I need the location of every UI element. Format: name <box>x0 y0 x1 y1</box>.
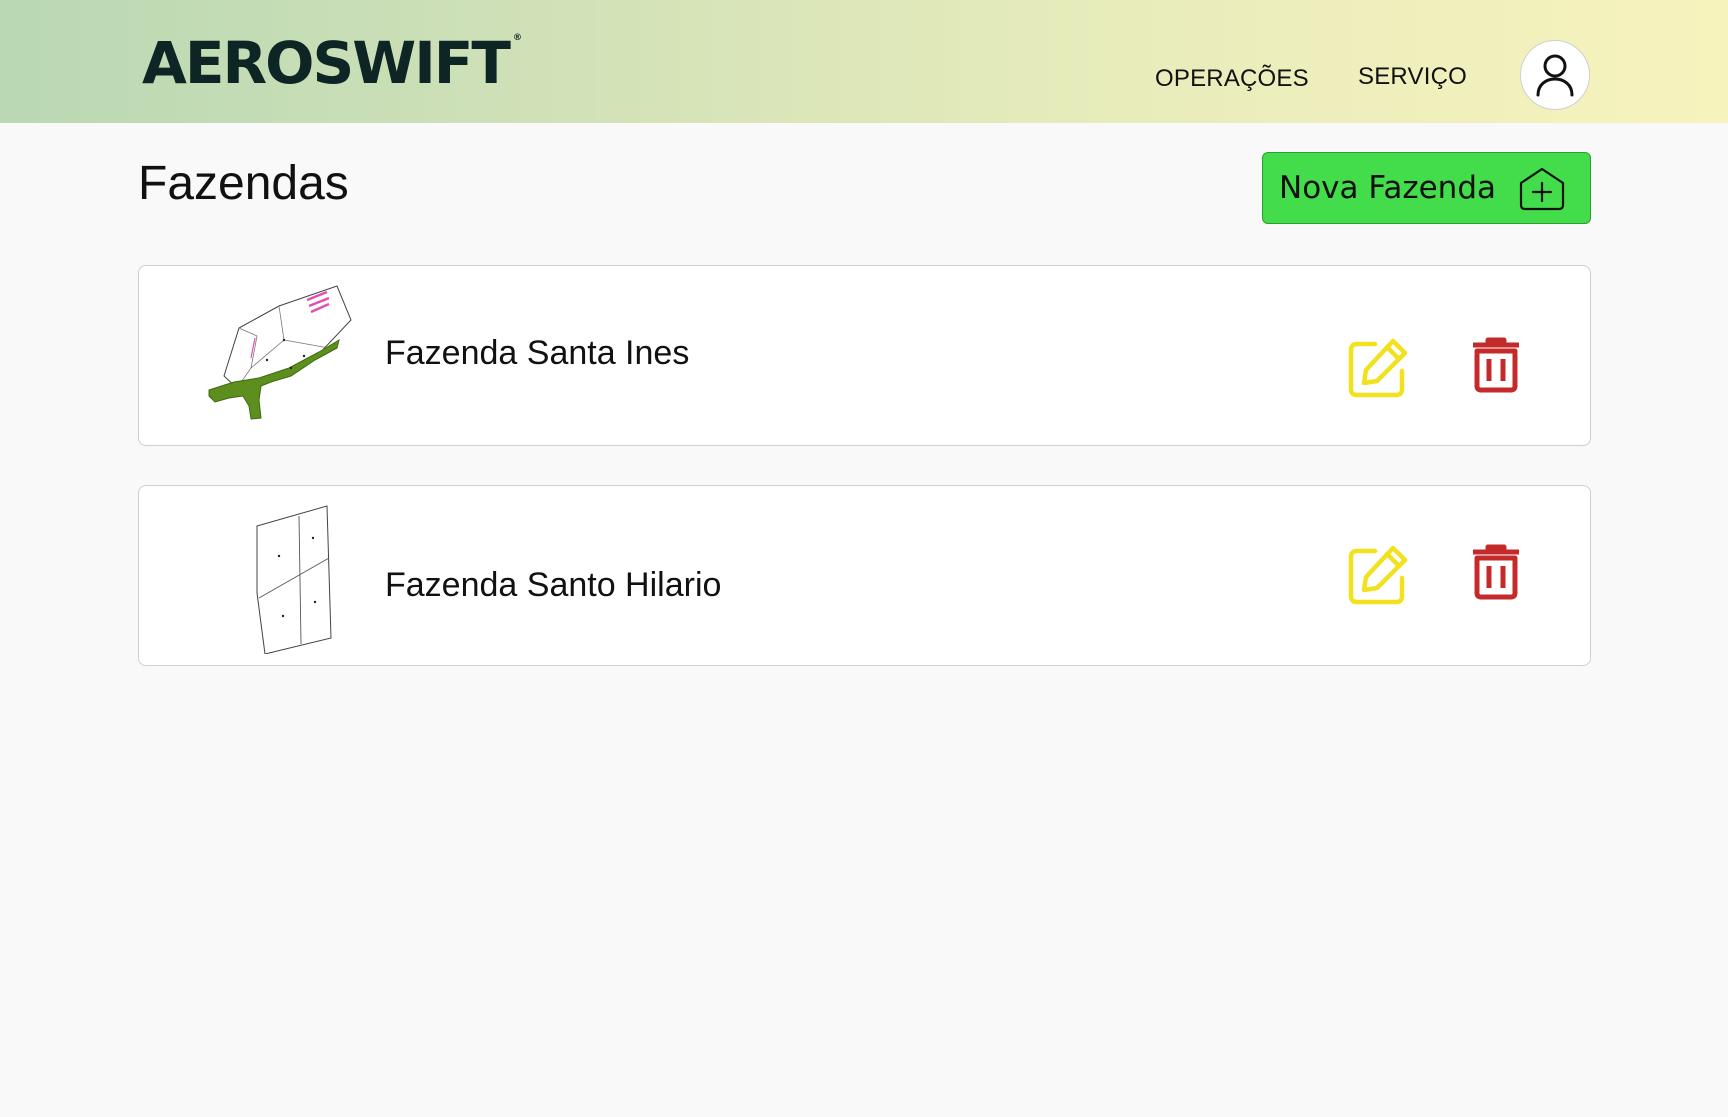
farm-map-thumbnail <box>256 505 332 654</box>
user-profile-button[interactable] <box>1520 40 1590 110</box>
new-farm-button[interactable]: Nova Fazenda <box>1262 152 1591 224</box>
new-farm-button-label: Nova Fazenda <box>1279 170 1496 206</box>
top-navigation-bar: AEROSWIFT ® OPERAÇÕES SERVIÇO <box>0 0 1728 123</box>
farm-card[interactable]: Fazenda Santa Ines <box>138 265 1591 446</box>
nav-link-operacoes[interactable]: OPERAÇÕES <box>1155 65 1309 93</box>
aeroswift-logo[interactable]: AEROSWIFT ® <box>142 33 522 93</box>
registered-mark: ® <box>513 33 522 43</box>
farm-map-thumbnail <box>208 285 352 420</box>
trash-icon[interactable] <box>1471 337 1521 393</box>
logo-text: AEROSWIFT <box>142 29 511 97</box>
trash-icon[interactable] <box>1471 544 1521 600</box>
edit-icon[interactable] <box>1347 337 1409 399</box>
user-icon <box>1536 54 1574 97</box>
edit-icon[interactable] <box>1347 544 1409 606</box>
nav-link-servico[interactable]: SERVIÇO <box>1358 63 1467 91</box>
page-title: Fazendas <box>138 157 349 210</box>
farm-name: Fazenda Santa Ines <box>385 334 690 372</box>
add-house-icon <box>1519 167 1565 211</box>
farm-card[interactable]: Fazenda Santo Hilario <box>138 485 1591 666</box>
farm-name: Fazenda Santo Hilario <box>385 566 722 604</box>
